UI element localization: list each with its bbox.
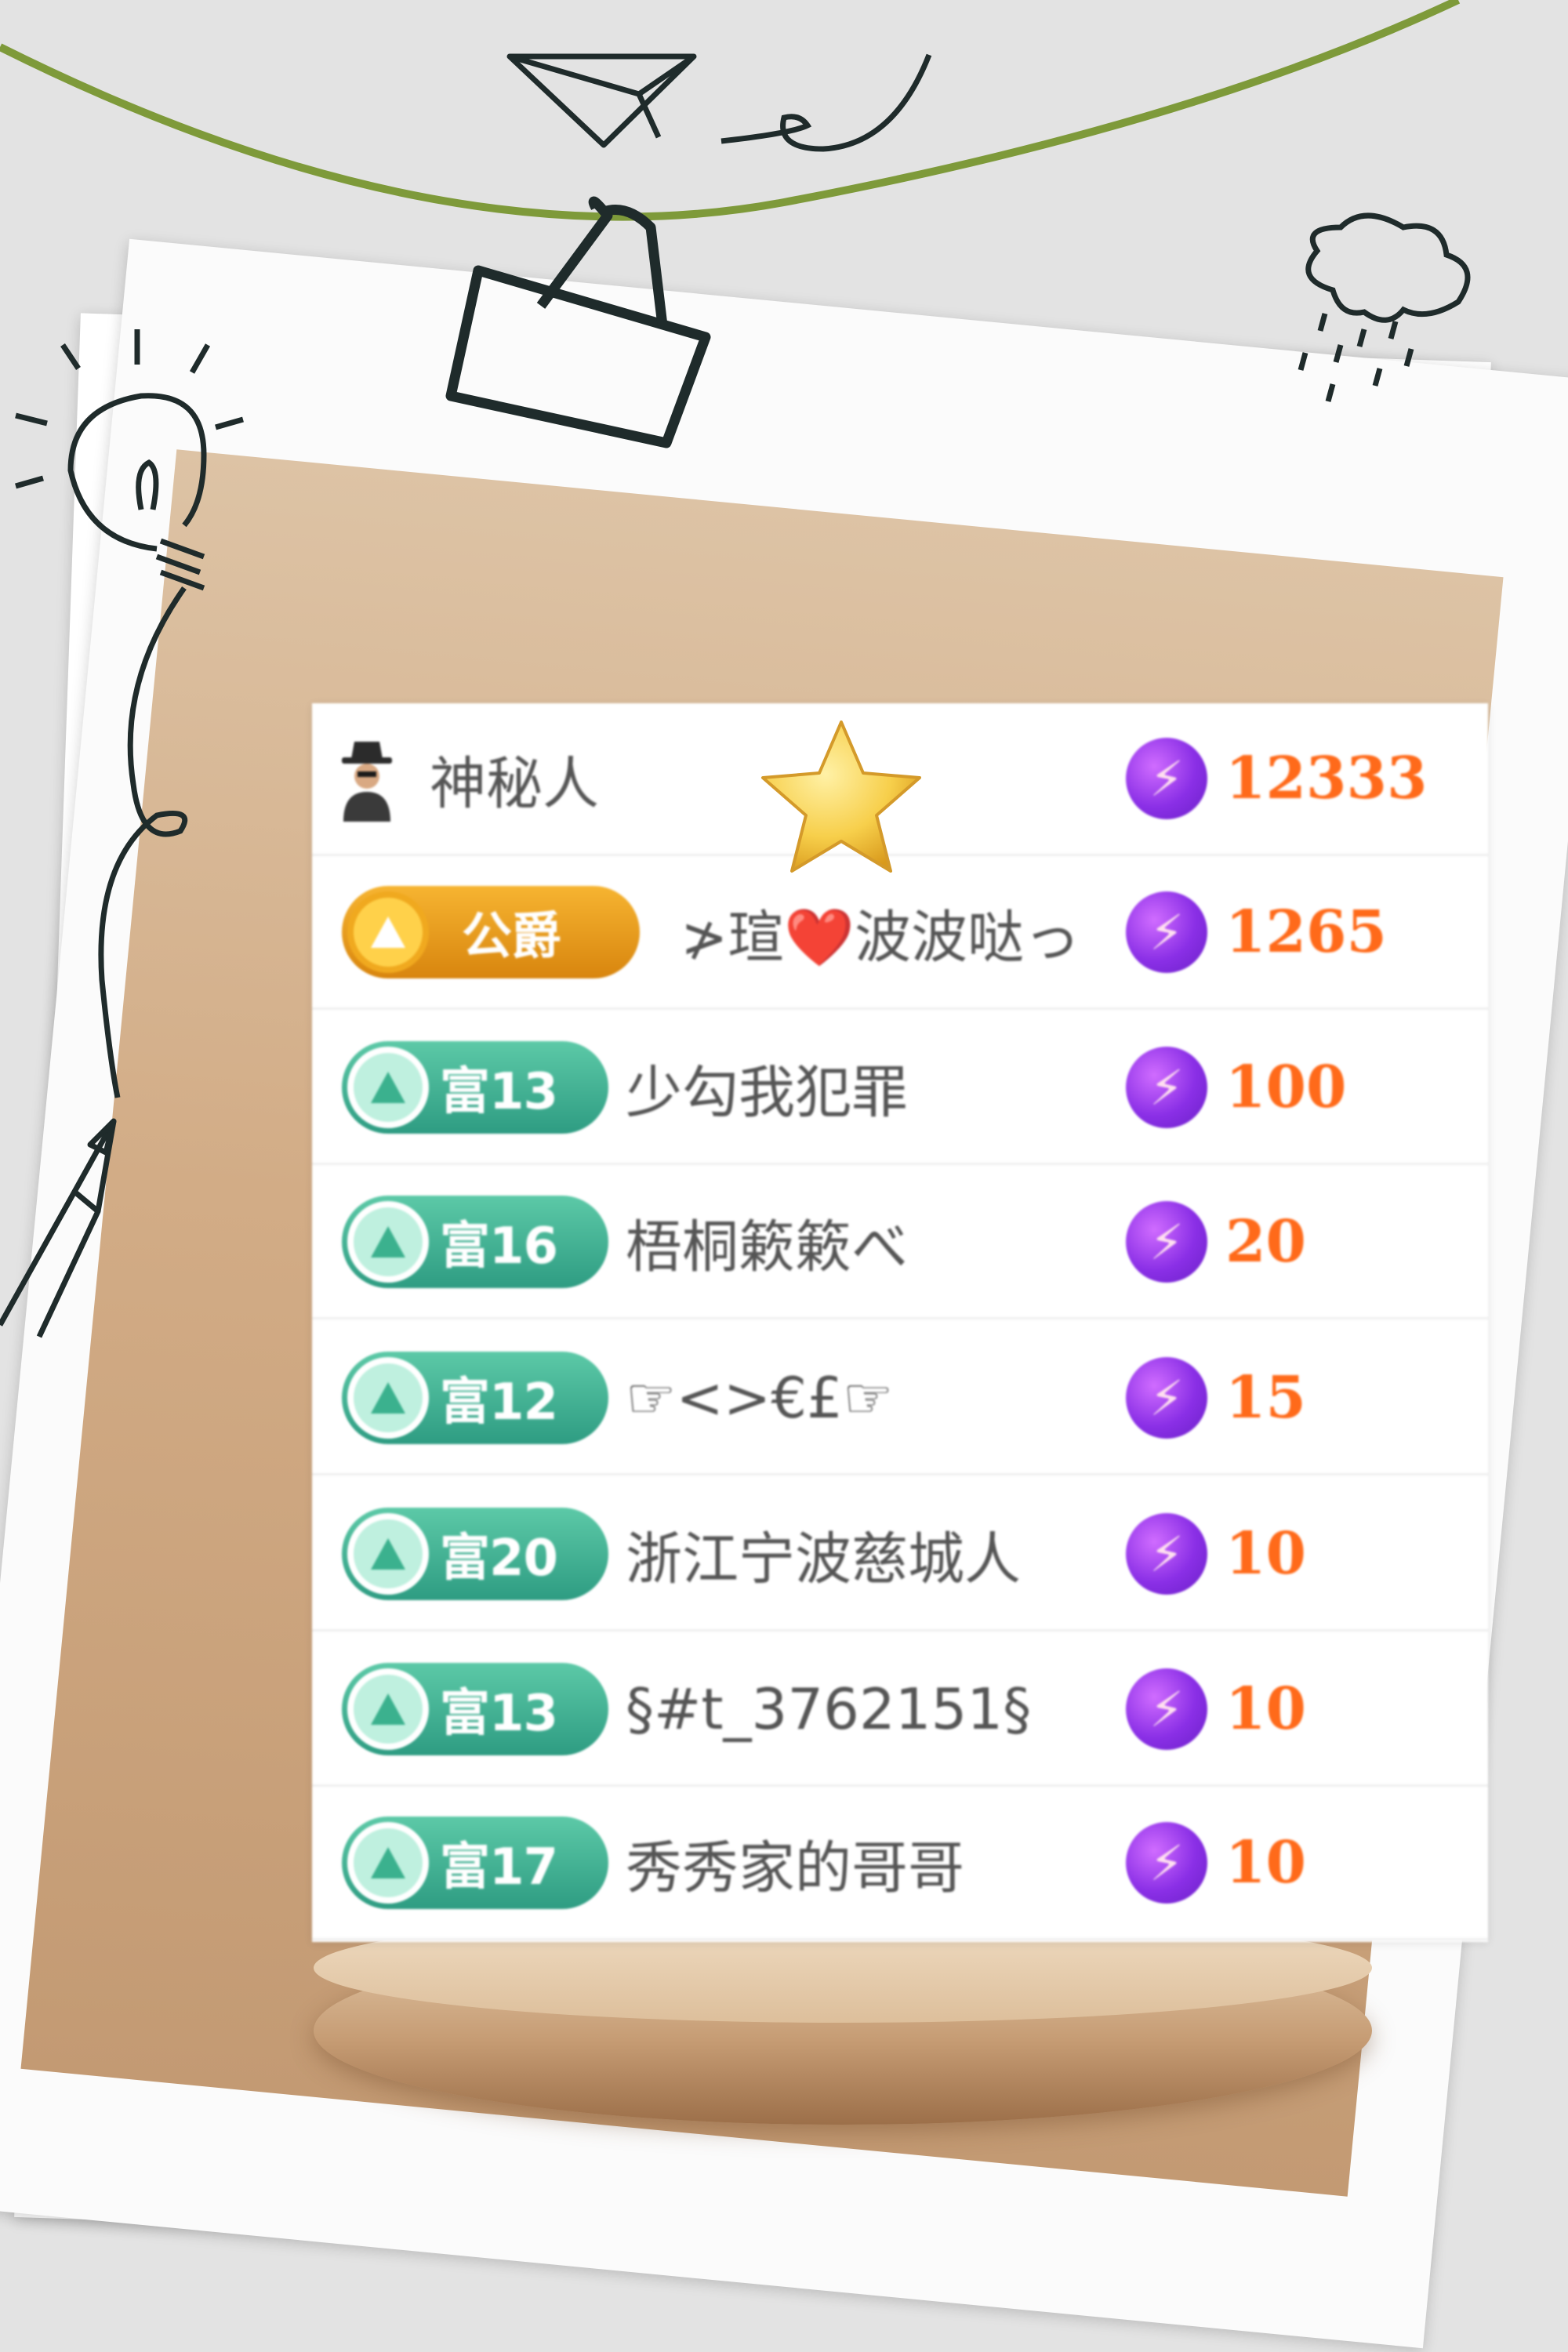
level-gem-icon: [347, 1357, 429, 1439]
rain-cloud-icon: [1298, 212, 1471, 402]
wealth-level-badge: 富20: [342, 1508, 608, 1600]
leaderboard-row[interactable]: 公爵 ≯瑄❤️波波哒っ ⚡ 1265: [312, 857, 1488, 1010]
badge-label: 富20: [440, 1530, 558, 1588]
user-name: 梧桐簌簌べ: [626, 1214, 909, 1280]
wealth-level-badge: 富17: [342, 1817, 608, 1909]
user-name: ≯瑄❤️波波哒っ: [681, 904, 1080, 971]
lightning-bolt-icon: ⚡: [1126, 1201, 1207, 1283]
leaderboard-row[interactable]: 富13 少勾我犯罪 ⚡ 100: [312, 1012, 1488, 1165]
contribution-score: 10: [1225, 1675, 1306, 1743]
user-name: 神秘人: [430, 750, 600, 817]
binder-clip-icon: [445, 196, 711, 448]
star-icon: [761, 720, 921, 873]
paper-plane-icon: [506, 53, 697, 148]
level-gem-icon: [347, 1822, 429, 1904]
leaderboard-row[interactable]: 富16 梧桐簌簌べ ⚡ 20: [312, 1167, 1488, 1319]
badge-label: 富13: [440, 1063, 558, 1121]
leaderboard-row[interactable]: 富12 ☞<>€£☞ ⚡ 15: [312, 1323, 1488, 1475]
wealth-level-badge: 富13: [342, 1041, 608, 1134]
level-gem-icon: [347, 1047, 429, 1128]
user-name: ☞<>€£☞: [626, 1365, 894, 1431]
leaderboard-row[interactable]: 富20 浙江宁波慈城人 ⚡ 10: [312, 1479, 1488, 1632]
lightning-bolt-icon: ⚡: [1126, 1822, 1207, 1904]
contribution-score: 100: [1225, 1054, 1347, 1121]
pencil-icon: [0, 1118, 117, 1338]
level-gem-icon: [347, 1513, 429, 1595]
contribution-score: 15: [1225, 1364, 1306, 1432]
badge-label: 富17: [440, 1838, 558, 1896]
vine-arc: [0, 0, 1461, 221]
contribution-score: 10: [1225, 1829, 1306, 1896]
contribution-score: 20: [1225, 1208, 1306, 1276]
badge-label: 富16: [440, 1218, 558, 1276]
level-gem-icon: [347, 1201, 429, 1283]
level-gem-icon: [347, 891, 429, 973]
lightbulb-icon: [15, 329, 244, 1098]
lightning-bolt-icon: ⚡: [1126, 1513, 1207, 1595]
lightning-bolt-icon: ⚡: [1126, 1668, 1207, 1750]
user-name: 秀秀家的哥哥: [626, 1835, 965, 1901]
contribution-score: 1265: [1225, 898, 1387, 966]
swirl-doodle: [720, 53, 932, 152]
contribution-score: 12333: [1225, 745, 1428, 812]
spy-avatar-icon: [342, 742, 392, 822]
contribution-score: 10: [1225, 1520, 1306, 1588]
lightning-bolt-icon: ⚡: [1126, 1047, 1207, 1128]
user-name: §#t_3762151§: [626, 1676, 1032, 1742]
user-name: 少勾我犯罪: [626, 1059, 909, 1126]
badge-label: 公爵: [462, 908, 561, 966]
level-gem-icon: [347, 1668, 429, 1750]
lightning-bolt-icon: ⚡: [1126, 738, 1207, 819]
user-name: 浙江宁波慈城人: [626, 1526, 1022, 1592]
badge-label: 富12: [440, 1374, 558, 1432]
wealth-level-badge: 富12: [342, 1352, 608, 1444]
leaderboard-row[interactable]: 富17 秀秀家的哥哥 ⚡ 10: [312, 1788, 1488, 1940]
leaderboard-row[interactable]: 富13 §#t_3762151§ ⚡ 10: [312, 1634, 1488, 1787]
noble-rank-badge: 公爵: [342, 886, 640, 978]
lightning-bolt-icon: ⚡: [1126, 1357, 1207, 1439]
leaderboard-card: 神秘人 ⚡ 12333 公爵 ≯瑄❤️波波哒っ ⚡ 1265 富13 少勾我犯罪 ⚡ 100 富16 梧…: [312, 703, 1488, 1942]
lightning-bolt-icon: ⚡: [1126, 891, 1207, 973]
wealth-level-badge: 富16: [342, 1196, 608, 1288]
badge-label: 富13: [440, 1685, 558, 1743]
wealth-level-badge: 富13: [342, 1663, 608, 1755]
